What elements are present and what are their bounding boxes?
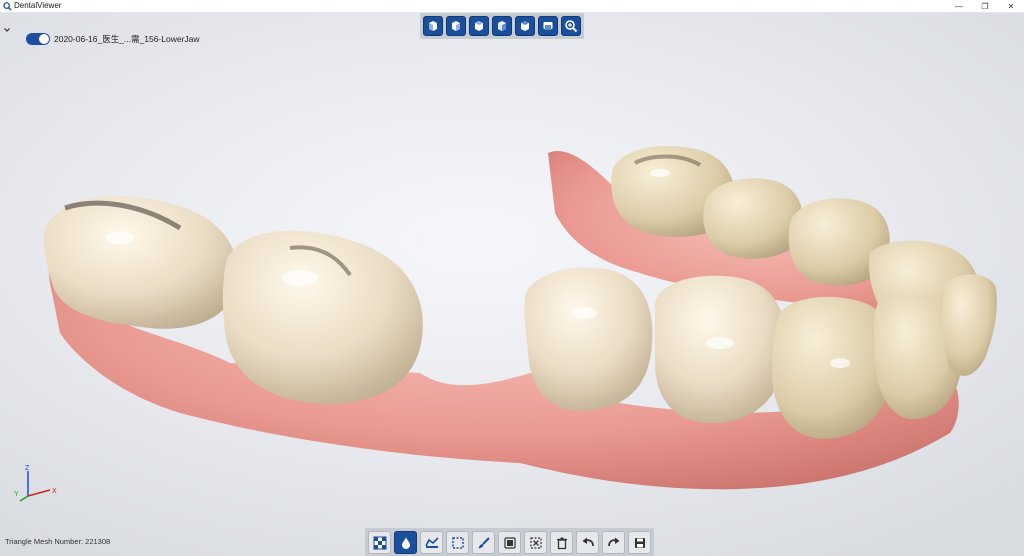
window-title: DentalViewer (14, 1, 62, 10)
select-box-icon (503, 536, 516, 549)
checkerboard-icon (373, 536, 386, 549)
deselect-button[interactable] (524, 531, 547, 554)
undo-button[interactable] (576, 531, 599, 554)
water-drop-icon (401, 537, 410, 549)
dashed-rect-icon (451, 536, 464, 549)
mesh-count-label: Triangle Mesh Number: (5, 537, 86, 546)
lower-jaw-model[interactable] (0, 13, 1024, 556)
texture-toggle-button[interactable] (368, 531, 391, 554)
delete-button[interactable] (550, 531, 573, 554)
axis-triad: Z X Y (14, 465, 57, 502)
app-search-icon (2, 1, 12, 11)
trash-icon (556, 537, 567, 549)
select-mesh-button[interactable] (498, 531, 521, 554)
title-bar: DentalViewer — ❐ ✕ (0, 0, 1024, 13)
floppy-disk-icon (634, 537, 645, 548)
box-select-button[interactable] (446, 531, 469, 554)
close-button[interactable]: ✕ (998, 0, 1024, 13)
redo-button[interactable] (602, 531, 625, 554)
3d-viewport[interactable]: 2020-06-16_医生_...需_156-LowerJaw Z X Y Tr… (0, 13, 1024, 556)
save-button[interactable] (628, 531, 651, 554)
brush-button[interactable] (472, 531, 495, 554)
color-toggle-button[interactable] (394, 531, 417, 554)
window-controls: — ❐ ✕ (946, 0, 1024, 13)
edit-toolbar (365, 528, 654, 556)
cut-plane-button[interactable] (420, 531, 443, 554)
cut-plane-icon (424, 536, 439, 548)
deselect-icon (529, 536, 542, 549)
redo-arrow-icon (607, 537, 619, 546)
minimize-button[interactable]: — (946, 0, 972, 13)
mesh-info-status: Triangle Mesh Number: 221308 (5, 537, 110, 546)
restore-button[interactable]: ❐ (972, 0, 998, 13)
mesh-count-value: 221308 (85, 537, 111, 546)
brush-icon (478, 536, 490, 548)
undo-arrow-icon (582, 537, 594, 546)
axis-y-label: Y (14, 491, 19, 498)
axis-x-label: X (52, 488, 57, 495)
axis-z-label: Z (25, 465, 30, 472)
